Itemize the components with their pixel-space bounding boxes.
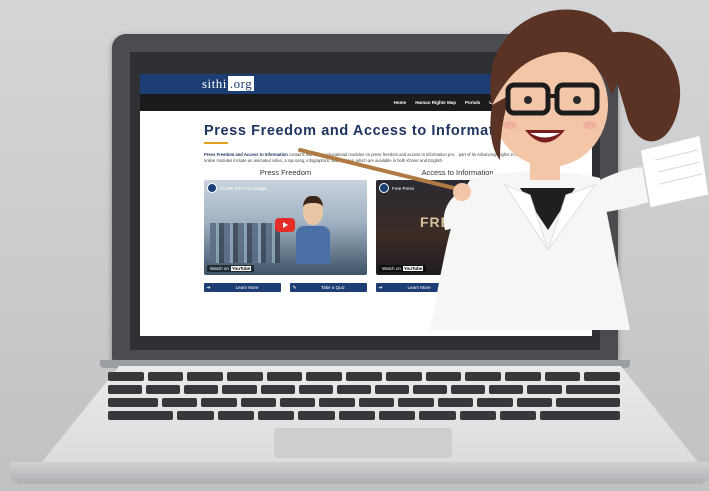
video-player[interactable]: Free Press FREE PRESS Watch on YouTube bbox=[376, 180, 539, 275]
quiz-icon: ✎ bbox=[292, 284, 297, 291]
intro-bold: Press Freedom and Access to Information bbox=[204, 152, 288, 157]
video-header: CCHR SITHI Coverage bbox=[207, 183, 267, 193]
laptop-base bbox=[10, 462, 709, 484]
nav-un-mechanism[interactable]: UN Mechanism bbox=[489, 100, 521, 105]
arrow-right-icon: ➜ bbox=[206, 284, 211, 291]
channel-avatar bbox=[379, 183, 389, 193]
nav-portals[interactable]: Portals bbox=[465, 100, 480, 105]
book-illustration bbox=[639, 134, 709, 209]
module-title: Access to Information bbox=[421, 168, 494, 177]
video-channel: CCHR SITHI Coverage bbox=[220, 185, 267, 191]
nav-education-platform[interactable]: Education Platform bbox=[530, 100, 571, 105]
quiz-icon: ✎ bbox=[464, 284, 469, 291]
keyboard bbox=[108, 372, 621, 424]
language-switch[interactable]: Eng bbox=[573, 79, 582, 85]
module-title: Press Freedom bbox=[259, 168, 312, 177]
video-overlay-text: FREE PRESS bbox=[420, 214, 519, 230]
laptop-screen: sithi .org f y Eng Home Human Rights Map … bbox=[140, 74, 592, 336]
nav-more[interactable]: R bbox=[581, 100, 584, 105]
module-access-to-information: Access to Information Free Press FREE PR… bbox=[376, 168, 539, 275]
play-icon[interactable] bbox=[275, 218, 295, 232]
learn-more-button[interactable]: ➜ Learn More bbox=[204, 283, 281, 292]
youtube-icon: YouTube bbox=[402, 266, 424, 271]
header-social: f y Eng bbox=[553, 79, 582, 85]
page-title: Press Freedom and Access to Information bbox=[204, 123, 518, 139]
take-quiz-button[interactable]: ✎ bbox=[462, 283, 482, 292]
site-header: sithi .org f y Eng bbox=[140, 74, 592, 94]
learn-more-button[interactable]: ➜ Learn More bbox=[376, 283, 453, 292]
nav-home[interactable]: Home bbox=[394, 100, 407, 105]
video-player[interactable]: CCHR SITHI Coverage Watch on YouTube bbox=[204, 180, 367, 275]
nav-human-rights-map[interactable]: Human Rights Map bbox=[415, 100, 456, 105]
site-logo[interactable]: sithi .org bbox=[202, 76, 255, 92]
arrow-right-icon: ➜ bbox=[378, 284, 383, 291]
main-content: Press Freedom and Access to Information … bbox=[140, 111, 592, 292]
modules: Press Freedom CCHR SITHI Coverage Watch … bbox=[204, 168, 592, 275]
watch-on-youtube[interactable]: Watch on YouTube bbox=[379, 265, 427, 272]
trackpad bbox=[274, 428, 452, 458]
module-buttons: ➜ Learn More ✎ Take a Quiz ➜ Learn More ✎ bbox=[204, 283, 592, 292]
person-illustration bbox=[296, 196, 330, 264]
crowd-illustration bbox=[210, 223, 280, 263]
youtube-icon[interactable]: y bbox=[563, 79, 566, 85]
main-nav: Home Human Rights Map Portals UN Mechani… bbox=[140, 94, 592, 111]
intro-text: Press Freedom and Access to Information … bbox=[204, 152, 584, 164]
take-quiz-button[interactable]: ✎ Take a Quiz bbox=[290, 283, 367, 292]
watch-on-youtube[interactable]: Watch on YouTube bbox=[207, 265, 255, 272]
title-underline bbox=[204, 142, 228, 144]
logo-text: sithi bbox=[202, 76, 227, 91]
module-press-freedom: Press Freedom CCHR SITHI Coverage Watch … bbox=[204, 168, 367, 275]
channel-avatar bbox=[207, 183, 217, 193]
youtube-icon: YouTube bbox=[230, 266, 252, 271]
logo-org: .org bbox=[227, 76, 255, 91]
video-channel: Free Press bbox=[392, 185, 415, 191]
video-header: Free Press bbox=[379, 183, 414, 193]
facebook-icon[interactable]: f bbox=[553, 79, 554, 85]
